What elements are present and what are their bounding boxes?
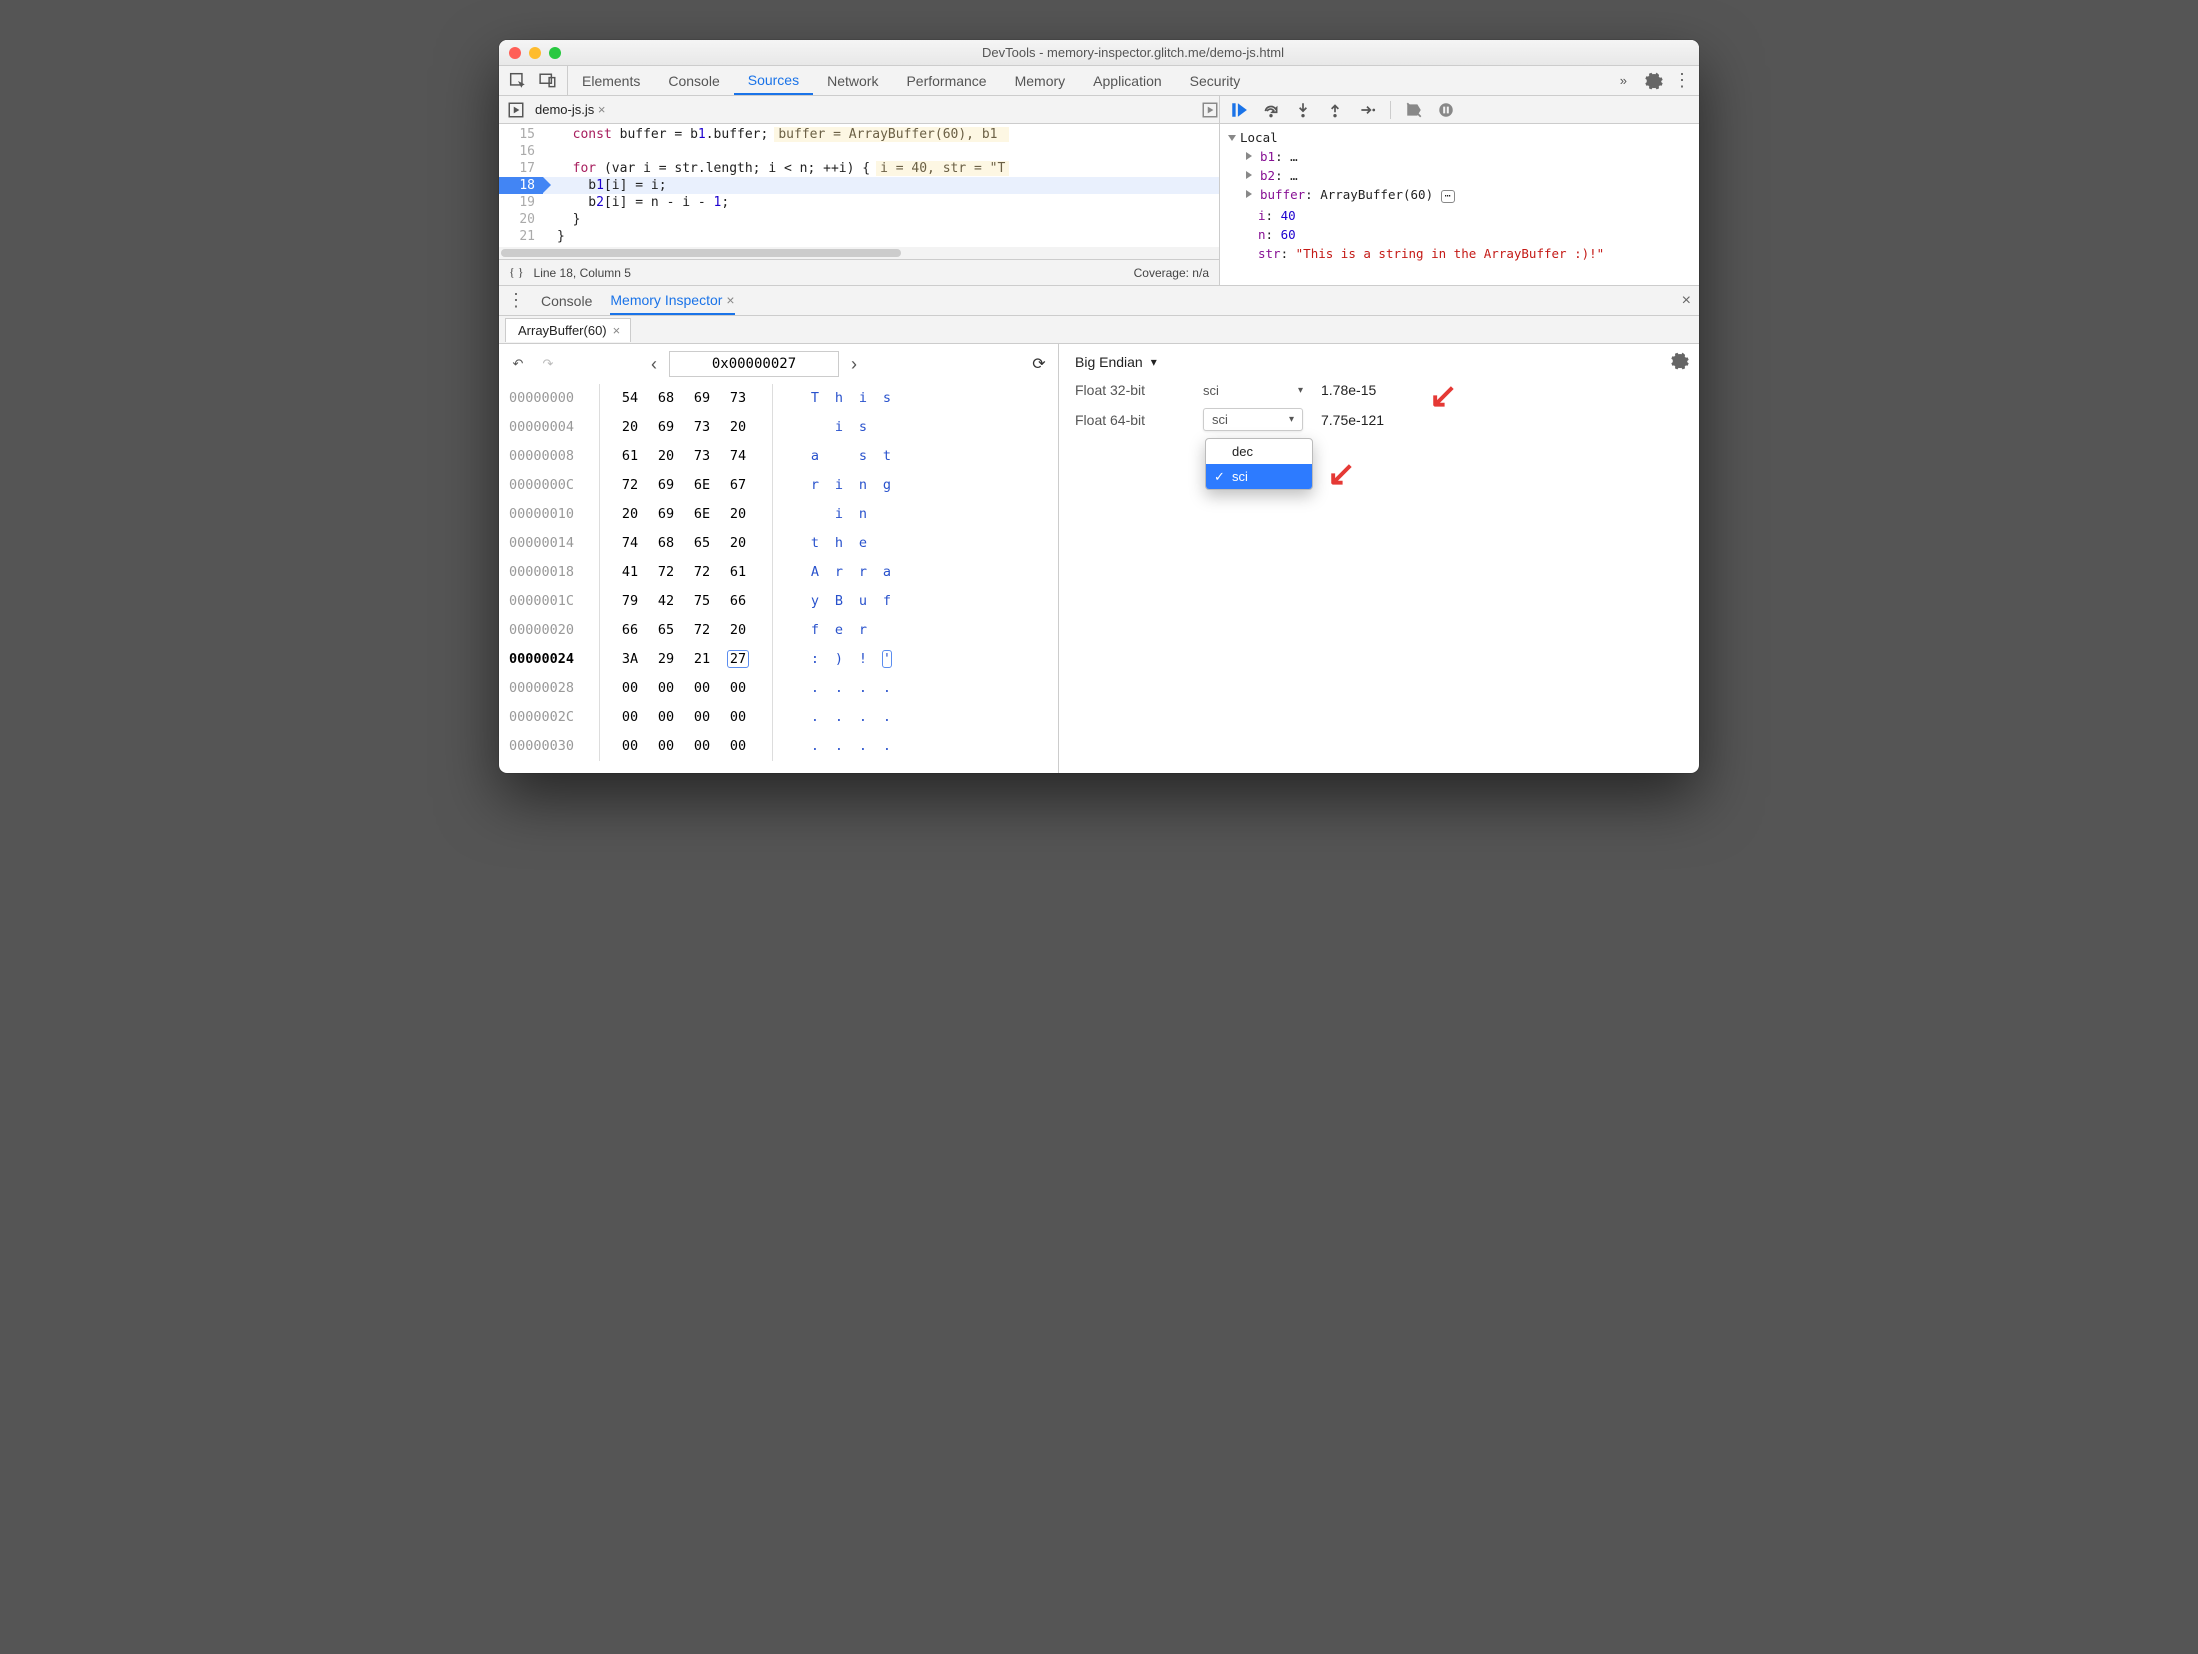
device-toolbar-icon[interactable] — [539, 72, 557, 90]
step-icon[interactable] — [1358, 101, 1376, 119]
deactivate-breakpoints-icon[interactable] — [1405, 101, 1423, 119]
source-tab-bar: demo-js.js × — [499, 96, 1219, 124]
drawer-tab-console[interactable]: Console — [541, 286, 592, 315]
main-toolbar: ElementsConsoleSourcesNetworkPerformance… — [499, 66, 1699, 96]
navigator-icon[interactable] — [507, 101, 525, 119]
dropdown-option-sci[interactable]: sci — [1206, 464, 1312, 489]
coverage-status: Coverage: n/a — [1134, 266, 1209, 280]
minimize-window-icon[interactable] — [529, 47, 541, 59]
hex-viewer[interactable]: 0000000054686973This0000000420697320 is … — [499, 384, 1058, 773]
inspect-element-icon[interactable] — [509, 72, 527, 90]
drawer-menu-icon[interactable]: ⋮ — [507, 290, 525, 311]
zoom-window-icon[interactable] — [549, 47, 561, 59]
tab-application[interactable]: Application — [1079, 66, 1176, 95]
value-type-label: Float 32-bit — [1075, 382, 1185, 398]
drawer-tab-memory-inspector[interactable]: Memory Inspector × — [610, 286, 734, 315]
drawer: ⋮ Console Memory Inspector × × ArrayBuffe… — [499, 286, 1699, 773]
cursor-position: Line 18, Column 5 — [534, 266, 631, 280]
source-file-tab[interactable]: demo-js.js × — [535, 102, 605, 117]
close-window-icon[interactable] — [509, 47, 521, 59]
code-editor[interactable]: 15 const buffer = b1.buffer;buffer = Arr… — [499, 124, 1219, 247]
step-into-icon[interactable] — [1294, 101, 1312, 119]
tab-console[interactable]: Console — [654, 66, 733, 95]
more-tabs-icon[interactable]: » — [1610, 66, 1637, 95]
titlebar: DevTools - memory-inspector.glitch.me/de… — [499, 40, 1699, 66]
annotation-arrow-icon: ↙ — [1327, 454, 1356, 494]
tab-performance[interactable]: Performance — [892, 66, 1000, 95]
window-title: DevTools - memory-inspector.glitch.me/de… — [577, 45, 1689, 60]
drawer-close-icon[interactable]: × — [1682, 292, 1691, 310]
step-over-icon[interactable] — [1262, 101, 1280, 119]
value-settings-icon[interactable] — [1671, 352, 1689, 370]
editor-scrollbar[interactable] — [499, 247, 1219, 259]
pretty-print-icon[interactable]: { } — [509, 265, 524, 280]
refresh-icon[interactable]: ⟳ — [1030, 355, 1048, 373]
kebab-menu-icon[interactable]: ⋮ — [1673, 70, 1691, 91]
step-out-icon[interactable] — [1326, 101, 1344, 119]
run-snippet-icon[interactable] — [1201, 101, 1219, 119]
scope-panel: Localb1: …b2: …buffer: ArrayBuffer(60) ⋯… — [1220, 124, 1699, 273]
format-select[interactable]: sci ▾ — [1203, 383, 1303, 398]
tab-security[interactable]: Security — [1176, 66, 1255, 95]
tab-network[interactable]: Network — [813, 66, 892, 95]
endian-select[interactable]: Big Endian▾ — [1075, 354, 1683, 370]
annotation-arrow-icon: ↙ — [1429, 376, 1458, 416]
redo-icon[interactable]: ↷ — [539, 355, 557, 373]
next-page-icon[interactable]: › — [851, 354, 857, 375]
prev-page-icon[interactable]: ‹ — [651, 354, 657, 375]
settings-icon[interactable] — [1645, 72, 1663, 90]
buffer-tab[interactable]: ArrayBuffer(60)× — [505, 318, 631, 342]
tab-sources[interactable]: Sources — [734, 66, 813, 95]
undo-icon[interactable]: ↶ — [509, 355, 527, 373]
tab-elements[interactable]: Elements — [568, 66, 654, 95]
format-select[interactable]: sci ▾ — [1203, 408, 1303, 431]
dropdown-option-dec[interactable]: dec — [1206, 439, 1312, 464]
devtools-window: DevTools - memory-inspector.glitch.me/de… — [499, 40, 1699, 773]
debugger-toolbar — [1220, 96, 1699, 124]
tab-memory[interactable]: Memory — [1001, 66, 1080, 95]
format-dropdown[interactable]: decsci — [1205, 438, 1313, 490]
pause-exceptions-icon[interactable] — [1437, 101, 1455, 119]
value-type-label: Float 64-bit — [1075, 412, 1185, 428]
address-input[interactable] — [669, 351, 839, 377]
resume-icon[interactable] — [1230, 101, 1248, 119]
